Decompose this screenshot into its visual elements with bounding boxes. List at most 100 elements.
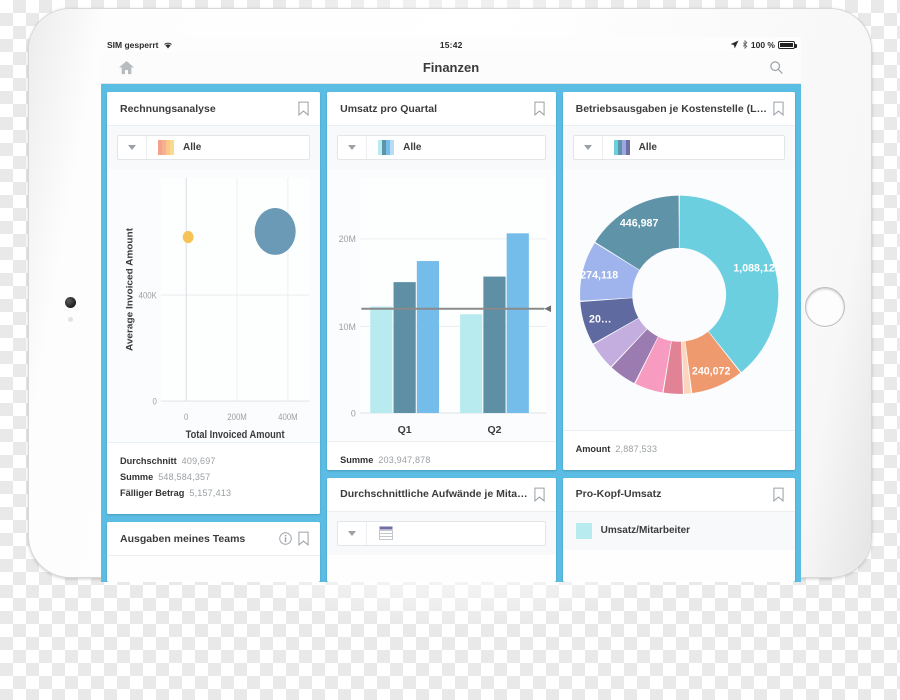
kpi-label: Summe — [340, 454, 374, 465]
card-header: Betriebsausgaben je Kostenstelle (L… — [562, 92, 795, 126]
app-navigation-bar: Finanzen — [101, 52, 801, 84]
dashboard-column-2: Umsatz pro Quartal Alle 0 10M 20M Q1 Q2 … — [327, 92, 556, 582]
svg-text:400K: 400K — [139, 290, 158, 301]
donut-slice-label: 240,072 — [692, 365, 731, 377]
carrier-label: SIM gesperrt — [107, 39, 159, 50]
table-icon — [379, 526, 394, 541]
card-title: Umsatz pro Quartal — [340, 102, 437, 115]
card-filter-area — [327, 511, 556, 555]
battery-full-icon — [778, 40, 797, 49]
status-bar-clock: 15:42 — [439, 39, 463, 50]
legend-label: Umsatz/Mitarbeiter — [600, 525, 691, 537]
bookmark-icon[interactable] — [534, 487, 545, 502]
dashboard-column-1: Rechnungsanalyse Alle 0 400K 0 200M 400M… — [107, 92, 321, 582]
card-pro-kopf-umsatz[interactable]: Pro-Kopf-Umsatz Umsatz/Mitarbeiter — [562, 477, 795, 582]
card-filter-area: Alle — [327, 126, 556, 169]
chart-legend: Umsatz/Mitarbeiter — [562, 511, 795, 550]
dashboard-column-3: Betriebsausgaben je Kostenstelle (L… All… — [562, 92, 795, 582]
donut-slice-label: 20… — [589, 313, 612, 325]
kpi-value: 2,887,533 — [615, 444, 658, 455]
tablet-device: SIM gesperrt 15:42 100 % Finanzen Rechnu… — [28, 8, 872, 582]
filter-label: Alle — [638, 142, 657, 153]
bar — [506, 233, 529, 413]
kpi-list: Amount 2,887,533 — [562, 430, 795, 470]
kpi-label: Fälliger Betrag — [120, 488, 185, 499]
color-swatch-icon — [378, 140, 395, 155]
card-durchschnittliche-aufwaende[interactable]: Durchschnittliche Aufwände je Mita… — [327, 477, 556, 582]
svg-text:Average Invoiced Amount: Average Invoiced Amount — [125, 227, 135, 351]
card-ausgaben-meines-teams[interactable]: Ausgaben meines Teams — [107, 522, 321, 582]
card-rechnungsanalyse[interactable]: Rechnungsanalyse Alle 0 400K 0 200M 400M… — [107, 92, 321, 515]
card-header: Pro-Kopf-Umsatz — [562, 477, 795, 512]
svg-text:0: 0 — [153, 396, 158, 407]
wifi-icon — [163, 42, 172, 48]
filter-dropdown[interactable] — [337, 520, 546, 546]
filter-label: Alle — [403, 142, 422, 153]
kpi-row: Fälliger Betrag 5,157,413 — [120, 488, 307, 498]
bookmark-icon[interactable] — [298, 101, 309, 116]
kpi-list: Durchschnitt 409,697 Summe 548,584,357 Fäl… — [107, 442, 321, 515]
filter-dropdown[interactable]: Alle — [337, 135, 546, 160]
bar — [393, 282, 416, 413]
color-swatch-icon — [158, 140, 174, 155]
card-title: Ausgaben meines Teams — [120, 532, 246, 545]
chevron-down-icon[interactable] — [574, 136, 603, 159]
kpi-list: Summe 203,947,878 — [327, 440, 556, 470]
donut-chart[interactable]: 1,088,124 240,072 20… 274,118 446,987 — [562, 169, 795, 431]
svg-text:200M: 200M — [227, 412, 247, 423]
kpi-value: 548,584,357 — [158, 472, 211, 483]
svg-text:0: 0 — [184, 412, 189, 423]
kpi-label: Amount — [575, 444, 611, 455]
card-header: Umsatz pro Quartal — [327, 92, 556, 126]
kpi-row: Summe 203,947,878 — [340, 455, 542, 465]
donut-slice-label: 1,088,124 — [733, 262, 780, 274]
card-title: Betriebsausgaben je Kostenstelle (L… — [575, 102, 767, 115]
chevron-down-icon[interactable] — [118, 136, 147, 159]
tablet-screen: SIM gesperrt 15:42 100 % Finanzen Rechnu… — [101, 37, 801, 582]
donut-slice-label: 274,118 — [580, 270, 618, 282]
bookmark-icon[interactable] — [298, 531, 309, 547]
kpi-row: Summe 548,584,357 — [120, 472, 307, 482]
search-icon[interactable] — [764, 60, 788, 75]
card-title: Durchschnittliche Aufwände je Mita… — [340, 488, 528, 501]
bar — [370, 306, 393, 413]
scatter-point — [254, 208, 296, 255]
bar-chart[interactable]: 0 10M 20M Q1 Q2 — [327, 169, 556, 441]
svg-text:0: 0 — [351, 408, 356, 418]
card-title: Rechnungsanalyse — [120, 102, 216, 115]
bar — [483, 276, 506, 413]
chevron-down-icon[interactable] — [338, 136, 368, 159]
info-icon[interactable] — [279, 532, 292, 546]
bluetooth-icon — [742, 40, 748, 49]
card-filter-area: Alle — [562, 126, 795, 169]
kpi-value: 5,157,413 — [189, 488, 232, 499]
bookmark-icon[interactable] — [534, 101, 545, 116]
bookmark-icon[interactable] — [773, 487, 784, 502]
kpi-label: Durchschnitt — [120, 456, 177, 467]
kpi-row: Durchschnitt 409,697 — [120, 456, 307, 466]
svg-text:Q1: Q1 — [398, 424, 412, 436]
svg-text:20M: 20M — [339, 234, 356, 244]
card-header: Durchschnittliche Aufwände je Mita… — [327, 477, 556, 512]
status-bar: SIM gesperrt 15:42 100 % — [101, 37, 801, 52]
home-icon[interactable] — [114, 60, 138, 75]
card-header: Rechnungsanalyse — [107, 92, 321, 126]
svg-text:400M: 400M — [278, 412, 298, 423]
filter-dropdown[interactable]: Alle — [117, 135, 311, 160]
bookmark-icon[interactable] — [773, 101, 784, 116]
card-betriebsausgaben[interactable]: Betriebsausgaben je Kostenstelle (L… All… — [562, 92, 795, 470]
card-title: Pro-Kopf-Umsatz — [575, 488, 662, 501]
filter-dropdown[interactable]: Alle — [572, 135, 785, 160]
location-arrow-icon — [730, 40, 739, 49]
filter-label: Alle — [183, 142, 202, 153]
chevron-down-icon[interactable] — [338, 521, 368, 545]
kpi-row: Amount 2,887,533 — [576, 444, 782, 454]
kpi-label: Summe — [120, 472, 154, 483]
card-umsatz-pro-quartal[interactable]: Umsatz pro Quartal Alle 0 10M 20M Q1 Q2 … — [327, 92, 556, 470]
svg-text:Q2: Q2 — [488, 424, 502, 436]
status-bar-right: 100 % — [730, 40, 797, 50]
bar — [416, 261, 440, 413]
card-filter-area: Alle — [107, 126, 321, 169]
home-button[interactable] — [805, 287, 845, 327]
scatter-chart[interactable]: 0 400K 0 200M 400M Average Invoiced Amou… — [107, 169, 321, 443]
